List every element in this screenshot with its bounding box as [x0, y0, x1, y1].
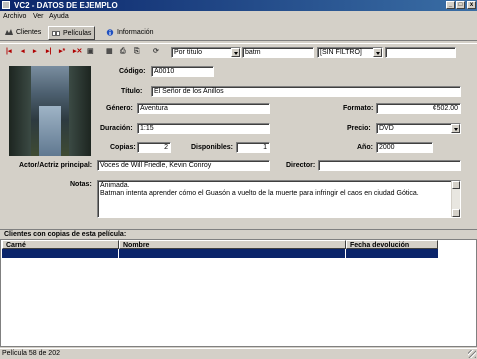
notas-line-1: Animada.: [100, 182, 130, 189]
new-icon[interactable]: ▸*: [59, 48, 65, 56]
tab-informacion[interactable]: Información: [103, 26, 157, 40]
clients-icon: [5, 29, 13, 35]
tab-peliculas-label: Películas: [63, 30, 92, 37]
notas-field[interactable]: Animada. Batman intenta aprender cómo el…: [97, 180, 461, 218]
director-field[interactable]: [318, 160, 461, 171]
tab-peliculas[interactable]: Películas: [48, 26, 96, 40]
movie-poster: [9, 66, 91, 156]
filter-select[interactable]: [SIN FILTRO]: [317, 47, 383, 58]
director-label: Director:: [286, 162, 316, 169]
notas-label: Notas:: [70, 181, 92, 188]
disponibles-label: Disponibles:: [191, 144, 234, 151]
first-icon[interactable]: |◂: [6, 48, 11, 56]
next-icon[interactable]: ▸: [33, 48, 37, 56]
anio-field[interactable]: 2000: [376, 142, 433, 153]
precio-value: DVD: [379, 125, 394, 132]
formato-field[interactable]: ¢502.00: [376, 103, 461, 114]
toolbar: |◂ ◂ ▸ ▸| ▸* ▸✕ ▣ ▦ ⎙ ⎘ ⟳ Por título bat…: [0, 43, 477, 60]
tab-clientes[interactable]: Clientes: [2, 26, 44, 40]
actor-label: Actor/Actriz principal:: [19, 162, 93, 169]
close-button[interactable]: x: [467, 1, 476, 9]
maximize-button[interactable]: □: [456, 1, 465, 9]
window-title: VC2 - DATOS DE EJEMPLO: [14, 1, 118, 10]
save-icon[interactable]: ▣: [87, 48, 94, 56]
print-preview-icon[interactable]: ⎘: [134, 48, 140, 56]
notas-line-2: Batman intenta aprender cómo el Guasón a…: [100, 190, 419, 197]
grid-caption: Clientes con copias de esta película:: [0, 229, 477, 239]
title-bar: VC2 - DATOS DE EJEMPLO _ □ x: [0, 0, 477, 11]
print-icon[interactable]: ⎙: [120, 48, 126, 56]
precio-label: Precio:: [347, 125, 371, 132]
copias-field[interactable]: 2: [137, 142, 171, 153]
menu-archivo[interactable]: Archivo: [0, 11, 29, 23]
titulo-label: Título:: [121, 88, 143, 95]
genero-field[interactable]: Aventura: [137, 103, 270, 114]
actor-field[interactable]: Voces de Will Friedle, Kevin Conroy: [97, 160, 270, 171]
search-by-select[interactable]: Por título: [171, 47, 241, 58]
grid-icon[interactable]: ▦: [106, 48, 113, 56]
codigo-label: Código:: [119, 68, 146, 75]
last-icon[interactable]: ▸|: [46, 48, 51, 56]
clients-grid[interactable]: Carné Nombre Fecha devolución: [0, 239, 477, 347]
column-header-fecha[interactable]: Fecha devolución: [346, 240, 438, 249]
disponibles-field[interactable]: 1: [236, 142, 270, 153]
filter-value: [SIN FILTRO]: [320, 49, 362, 56]
column-header-carne[interactable]: Carné: [2, 240, 119, 249]
notas-scrollbar[interactable]: [451, 181, 460, 217]
extra-field[interactable]: [385, 47, 456, 58]
search-by-value: Por título: [174, 49, 203, 56]
previous-icon[interactable]: ◂: [21, 48, 25, 56]
info-icon: [106, 29, 114, 36]
search-input[interactable]: batm: [242, 47, 314, 58]
copias-label: Copias:: [110, 144, 136, 151]
chevron-down-icon[interactable]: [373, 48, 382, 57]
refresh-icon[interactable]: ⟳: [153, 48, 159, 56]
precio-select[interactable]: DVD: [376, 123, 461, 134]
delete-icon[interactable]: ▸✕: [73, 48, 82, 56]
codigo-field[interactable]: A0010: [151, 66, 214, 77]
menu-ver[interactable]: Ver: [30, 11, 47, 23]
formato-label: Formato:: [343, 105, 374, 112]
tab-bar: Clientes Películas Información: [0, 24, 477, 41]
column-header-nombre[interactable]: Nombre: [119, 240, 346, 249]
minimize-button[interactable]: _: [446, 1, 455, 9]
movies-icon: [52, 31, 60, 36]
chevron-down-icon[interactable]: [231, 48, 240, 57]
anio-label: Año:: [357, 144, 373, 151]
resize-grip-icon[interactable]: [468, 350, 476, 358]
tab-clientes-label: Clientes: [16, 29, 42, 36]
tab-informacion-label: Información: [117, 29, 154, 36]
status-text: Película 58 de 202: [2, 350, 60, 357]
app-icon: [2, 1, 10, 9]
menu-bar: Archivo Ver Ayuda: [0, 11, 477, 23]
scroll-up-icon[interactable]: [452, 181, 460, 189]
titulo-field[interactable]: El Señor de los Anillos: [151, 86, 461, 97]
duracion-field[interactable]: 1:15: [137, 123, 270, 134]
status-bar: Película 58 de 202: [0, 348, 477, 359]
table-row[interactable]: [2, 249, 438, 258]
genero-label: Género:: [106, 105, 133, 112]
menu-ayuda[interactable]: Ayuda: [46, 11, 72, 23]
duracion-label: Duración:: [100, 125, 133, 132]
chevron-down-icon[interactable]: [451, 124, 460, 133]
scroll-down-icon[interactable]: [452, 209, 460, 217]
